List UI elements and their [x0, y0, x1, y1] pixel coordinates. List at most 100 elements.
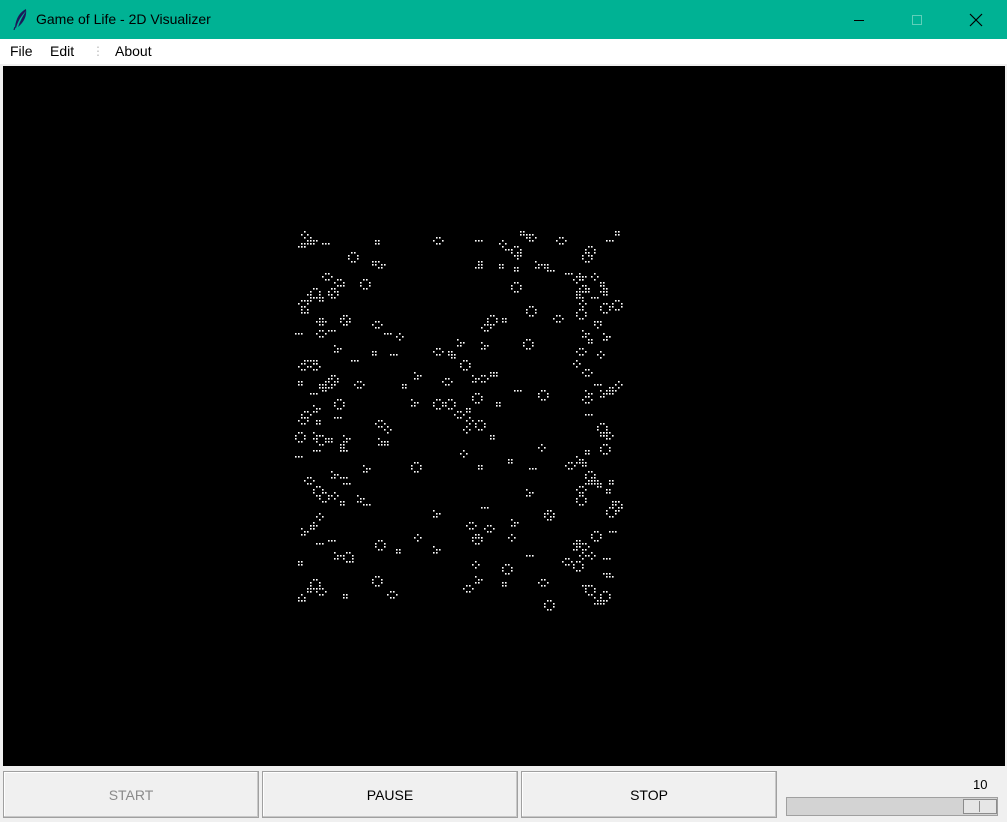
live-cell	[310, 360, 312, 362]
live-cell	[576, 276, 578, 278]
live-cell	[448, 408, 450, 410]
live-cell	[301, 243, 303, 245]
title-bar[interactable]: Game of Life - 2D Visualizer	[0, 0, 1007, 39]
live-cell	[366, 504, 368, 506]
live-cell	[582, 276, 584, 278]
live-cell	[313, 480, 315, 482]
live-cell	[478, 261, 480, 263]
live-cell	[615, 504, 617, 506]
live-cell	[349, 552, 351, 554]
live-cell	[319, 444, 321, 446]
live-cell	[475, 393, 477, 395]
live-cell	[369, 285, 371, 287]
live-cell	[472, 588, 474, 590]
live-cell	[565, 240, 567, 242]
live-cell	[301, 384, 303, 386]
live-cell	[387, 426, 389, 428]
live-cell	[381, 444, 383, 446]
maximize-button[interactable]	[888, 0, 946, 39]
live-cell	[499, 402, 501, 404]
start-button[interactable]: START	[3, 771, 259, 818]
live-cell	[535, 468, 537, 470]
live-cell	[301, 432, 303, 434]
live-cell	[585, 477, 587, 479]
live-cell	[603, 573, 605, 575]
pause-button[interactable]: PAUSE	[262, 771, 518, 818]
speed-slider-handle[interactable]	[963, 799, 997, 814]
live-cell	[594, 483, 596, 485]
live-cell	[387, 432, 389, 434]
live-cell	[307, 240, 309, 242]
live-cell	[517, 255, 519, 257]
live-cell	[354, 261, 356, 263]
live-cell	[340, 501, 342, 503]
live-cell	[340, 399, 342, 401]
live-cell	[565, 558, 567, 560]
live-cell	[582, 552, 584, 554]
menu-file[interactable]: File	[10, 43, 33, 59]
live-cell	[550, 510, 552, 512]
menu-edit[interactable]: Edit	[50, 43, 74, 59]
live-cell	[591, 585, 593, 587]
live-cell	[384, 429, 386, 431]
live-cell	[517, 246, 519, 248]
live-cell	[343, 597, 345, 599]
live-cell	[591, 558, 593, 560]
live-cell	[481, 468, 483, 470]
live-cell	[334, 552, 336, 554]
live-cell	[582, 585, 584, 587]
live-cell	[390, 591, 392, 593]
live-cell	[511, 285, 513, 287]
live-cell	[322, 489, 324, 491]
live-cell	[319, 408, 321, 410]
live-cell	[576, 291, 578, 293]
live-cell	[310, 243, 312, 245]
live-cell	[363, 471, 365, 473]
minimize-button[interactable]	[830, 0, 888, 39]
live-cell	[600, 357, 602, 359]
stop-button[interactable]: STOP	[521, 771, 777, 818]
live-cell	[334, 330, 336, 332]
live-cell	[295, 438, 297, 440]
live-cell	[295, 333, 297, 335]
live-cell	[597, 483, 599, 485]
live-cell	[349, 321, 351, 323]
live-cell	[384, 543, 386, 545]
live-cell	[585, 276, 587, 278]
live-cell	[337, 291, 339, 293]
live-cell	[301, 306, 303, 308]
live-cell	[603, 285, 605, 287]
live-cell	[508, 249, 510, 251]
live-cell	[481, 240, 483, 242]
live-cell	[490, 435, 492, 437]
live-cell	[328, 279, 330, 281]
live-cell	[298, 384, 300, 386]
live-cell	[366, 288, 368, 290]
live-cell	[571, 462, 573, 464]
live-cell	[609, 387, 611, 389]
live-cell	[322, 336, 324, 338]
menu-about[interactable]: About	[115, 43, 152, 59]
live-cell	[603, 288, 605, 290]
live-cell	[340, 417, 342, 419]
live-cell	[585, 474, 587, 476]
live-cell	[609, 393, 611, 395]
live-cell	[307, 312, 309, 314]
live-cell	[594, 597, 596, 599]
life-canvas[interactable]	[3, 66, 1005, 766]
live-cell	[319, 495, 321, 497]
speed-slider[interactable]	[786, 797, 998, 816]
close-button[interactable]	[947, 0, 1005, 39]
live-cell	[582, 330, 584, 332]
live-cell	[433, 510, 435, 512]
live-cell	[571, 561, 573, 563]
live-cell	[621, 384, 623, 386]
live-cell	[363, 504, 365, 506]
live-cell	[346, 477, 348, 479]
live-cell	[582, 372, 584, 374]
live-cell	[442, 405, 444, 407]
live-cell	[588, 480, 590, 482]
live-cell	[381, 582, 383, 584]
live-cell	[493, 372, 495, 374]
live-cell	[553, 513, 555, 515]
